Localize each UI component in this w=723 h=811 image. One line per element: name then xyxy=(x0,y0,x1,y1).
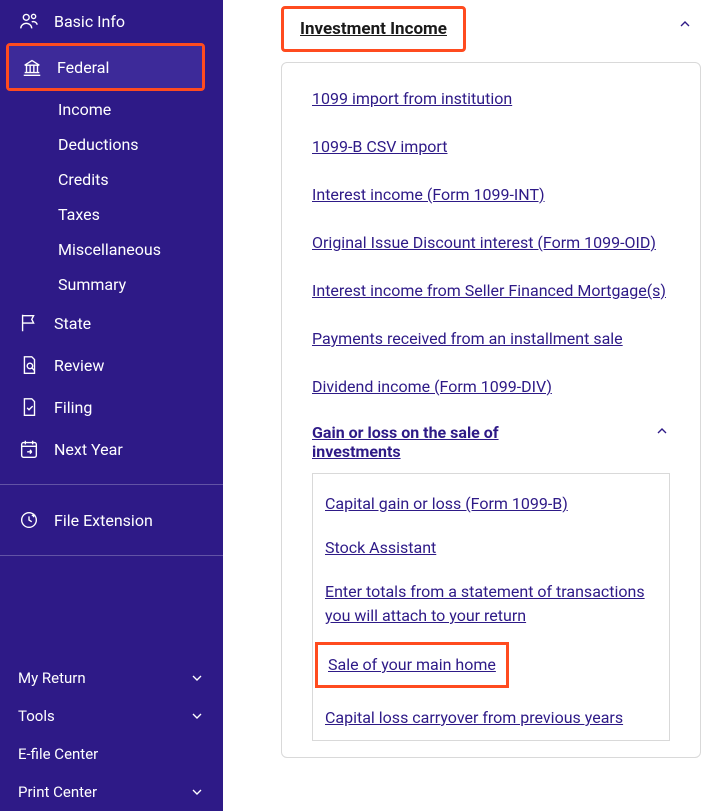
sidebar-bottom-label: Tools xyxy=(18,707,55,725)
sidebar-item-label: Federal xyxy=(57,58,109,77)
sidebar-item-next-year[interactable]: Next Year xyxy=(0,428,223,470)
sidebar-item-state[interactable]: State xyxy=(0,302,223,344)
sidebar-item-file-extension[interactable]: File Extension xyxy=(0,499,223,541)
sidebar-bottom-efile-center[interactable]: E-file Center xyxy=(0,735,223,773)
sidebar-item-label: Next Year xyxy=(54,440,123,459)
sidebar-item-filing[interactable]: Filing xyxy=(0,386,223,428)
link-stock-assistant[interactable]: Stock Assistant xyxy=(325,536,657,560)
chevron-down-icon xyxy=(189,670,205,686)
highlight-sale-main-home: Sale of your main home xyxy=(315,642,509,688)
chevron-up-icon xyxy=(654,423,670,443)
link-capital-gain-loss-1099b[interactable]: Capital gain or loss (Form 1099-B) xyxy=(325,492,657,516)
sidebar-item-label: File Extension xyxy=(54,511,153,530)
sidebar-item-federal[interactable]: Federal xyxy=(9,46,202,88)
link-enter-totals-statement[interactable]: Enter totals from a statement of transac… xyxy=(325,580,657,628)
sidebar-item-label: Filing xyxy=(54,398,92,417)
sidebar-bottom-label: My Return xyxy=(18,669,86,687)
sidebar-bottom-label: Print Center xyxy=(18,783,97,801)
sidebar-item-label: Review xyxy=(54,356,104,375)
sidebar-item-label: State xyxy=(54,314,91,333)
government-icon xyxy=(21,56,43,78)
sidebar-item-review[interactable]: Review xyxy=(0,344,223,386)
subsection-header-gain-loss[interactable]: Gain or loss on the sale of investments xyxy=(312,423,670,461)
chevron-down-icon xyxy=(189,784,205,800)
sidebar-item-label: Basic Info xyxy=(54,12,125,31)
link-1099b-csv[interactable]: 1099-B CSV import xyxy=(312,135,670,159)
sidebar-bottom-my-return[interactable]: My Return xyxy=(0,659,223,697)
flag-icon xyxy=(18,312,40,334)
sidebar-sub-taxes[interactable]: Taxes xyxy=(0,197,223,232)
doc-search-icon xyxy=(18,354,40,376)
link-interest-income-1099int[interactable]: Interest income (Form 1099-INT) xyxy=(312,183,670,207)
sidebar-sub-summary[interactable]: Summary xyxy=(0,267,223,302)
section-header-investment-income[interactable]: Investment Income xyxy=(281,6,466,52)
sidebar-bottom-tools[interactable]: Tools xyxy=(0,697,223,735)
link-oid-interest[interactable]: Original Issue Discount interest (Form 1… xyxy=(312,231,670,255)
chevron-up-icon[interactable] xyxy=(677,16,693,36)
divider xyxy=(0,484,223,485)
sidebar-sub-credits[interactable]: Credits xyxy=(0,162,223,197)
people-icon xyxy=(18,10,40,32)
sidebar-sub-miscellaneous[interactable]: Miscellaneous xyxy=(0,232,223,267)
clock-plus-icon xyxy=(18,509,40,531)
subsection-title: Gain or loss on the sale of investments xyxy=(312,423,542,461)
link-installment-sale[interactable]: Payments received from an installment sa… xyxy=(312,327,670,351)
sidebar-item-basic-info[interactable]: Basic Info xyxy=(0,0,223,42)
link-seller-financed-mortgage[interactable]: Interest income from Seller Financed Mor… xyxy=(312,279,670,303)
sidebar-bottom-print-center[interactable]: Print Center xyxy=(0,773,223,811)
sidebar-bottom-label: E-file Center xyxy=(18,745,98,763)
link-capital-loss-carryover[interactable]: Capital loss carryover from previous yea… xyxy=(325,706,657,730)
link-dividend-income[interactable]: Dividend income (Form 1099-DIV) xyxy=(312,375,670,399)
link-sale-main-home[interactable]: Sale of your main home xyxy=(328,653,496,677)
calendar-arrow-icon xyxy=(18,438,40,460)
doc-check-icon xyxy=(18,396,40,418)
link-1099-import[interactable]: 1099 import from institution xyxy=(312,87,670,111)
sidebar-sub-income[interactable]: Income xyxy=(0,92,223,127)
investment-income-panel: 1099 import from institution 1099-B CSV … xyxy=(281,62,701,758)
sidebar-sub-deductions[interactable]: Deductions xyxy=(0,127,223,162)
sidebar: Basic Info Federal Income Deductions Cre… xyxy=(0,0,223,811)
main-content: Investment Income 1099 import from insti… xyxy=(223,0,723,811)
section-title: Investment Income xyxy=(300,19,447,39)
divider xyxy=(0,555,223,556)
gain-loss-subpanel: Capital gain or loss (Form 1099-B) Stock… xyxy=(312,473,670,741)
chevron-down-icon xyxy=(189,708,205,724)
